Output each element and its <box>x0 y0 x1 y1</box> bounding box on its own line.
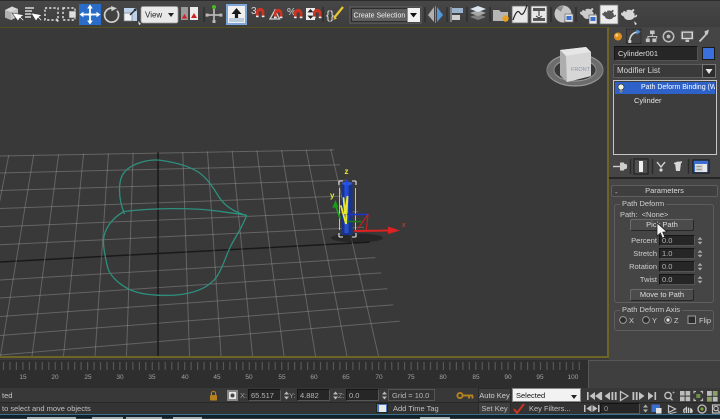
svg-text:Z: Z <box>674 316 679 325</box>
svg-text:Y: Y <box>652 316 657 325</box>
svg-text:z: z <box>345 167 349 176</box>
svg-text:y: y <box>330 191 335 200</box>
svg-text:View: View <box>145 11 162 20</box>
svg-text:X: X <box>629 316 634 325</box>
svg-text:{}: {} <box>326 8 334 22</box>
svg-text:Flip: Flip <box>699 316 711 325</box>
svg-text:Create Selection Se: Create Selection Se <box>354 13 416 20</box>
svg-text:+: + <box>672 391 675 397</box>
svg-text:FRONT: FRONT <box>571 67 591 73</box>
svg-text:x: x <box>402 222 406 229</box>
